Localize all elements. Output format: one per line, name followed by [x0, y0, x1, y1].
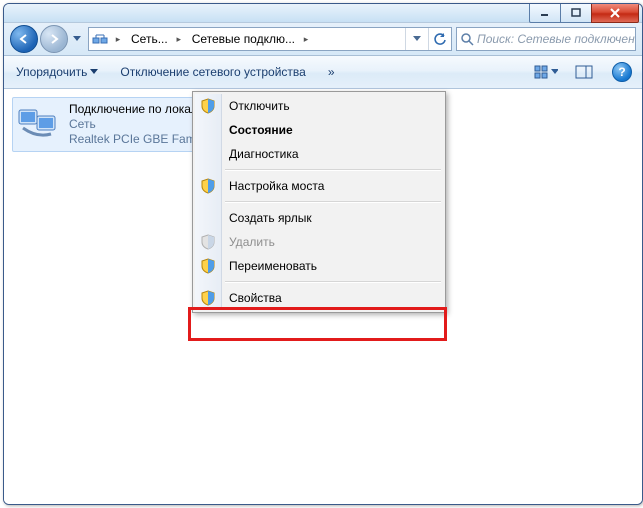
ctx-label: Свойства — [229, 291, 282, 305]
ctx-bridge[interactable]: Настройка моста — [195, 174, 443, 198]
ctx-label: Диагностика — [229, 147, 299, 161]
view-options-button[interactable] — [534, 61, 558, 83]
ctx-properties[interactable]: Свойства — [195, 286, 443, 310]
ctx-label: Настройка моста — [229, 179, 324, 193]
breadcrumb-seg-2[interactable]: Сетевые подклю... — [186, 28, 299, 50]
ctx-separator — [225, 169, 441, 171]
window-controls — [530, 3, 639, 23]
ctx-separator — [225, 281, 441, 283]
content-area: Подключение по локальной сети Сеть Realt… — [4, 89, 642, 505]
ctx-disable[interactable]: Отключить — [195, 94, 443, 118]
address-dropdown[interactable] — [405, 28, 428, 50]
shield-icon — [200, 178, 216, 194]
search-placeholder: Поиск: Сетевые подключения — [477, 32, 635, 46]
organize-label: Упорядочить — [16, 65, 87, 79]
breadcrumb-arrow-1[interactable]: ▸ — [172, 28, 186, 50]
navbar: ▸ Сеть... ▸ Сетевые подклю... ▸ Поиск: С… — [4, 23, 642, 56]
ctx-label: Создать ярлык — [229, 211, 312, 225]
toolbar-more[interactable]: » — [324, 63, 339, 81]
explorer-window: ▸ Сеть... ▸ Сетевые подклю... ▸ Поиск: С… — [3, 3, 643, 505]
maximize-button[interactable] — [560, 3, 592, 23]
toolbar: Упорядочить Отключение сетевого устройст… — [4, 56, 642, 89]
chevron-down-icon — [551, 69, 558, 75]
shield-icon — [200, 290, 216, 306]
connection-icon — [17, 102, 61, 142]
breadcrumb-seg-1[interactable]: Сеть... — [125, 28, 172, 50]
ctx-status[interactable]: Состояние — [195, 118, 443, 142]
organize-button[interactable]: Упорядочить — [12, 63, 102, 81]
location-icon — [91, 31, 109, 47]
breadcrumb-arrow-2[interactable]: ▸ — [299, 28, 313, 50]
ctx-label: Удалить — [229, 235, 275, 249]
help-icon: ? — [612, 62, 632, 82]
shield-icon — [200, 234, 216, 250]
highlight-annotation — [188, 307, 447, 341]
ctx-separator — [225, 201, 441, 203]
titlebar — [4, 4, 642, 23]
search-box[interactable]: Поиск: Сетевые подключения — [456, 27, 636, 51]
chevron-down-icon — [90, 69, 98, 75]
ctx-shortcut[interactable]: Создать ярлык — [195, 206, 443, 230]
ctx-label: Переименовать — [229, 259, 317, 273]
context-menu: Отключить Состояние Диагностика Настройк… — [192, 91, 446, 313]
ctx-delete: Удалить — [195, 230, 443, 254]
disable-device-button[interactable]: Отключение сетевого устройства — [116, 63, 309, 81]
refresh-button[interactable] — [428, 28, 451, 50]
breadcrumb-root-arrow[interactable]: ▸ — [111, 28, 125, 50]
address-bar[interactable]: ▸ Сеть... ▸ Сетевые подклю... ▸ — [88, 27, 452, 51]
shield-icon — [200, 98, 216, 114]
ctx-label: Отключить — [229, 99, 290, 113]
ctx-label: Состояние — [229, 123, 293, 137]
ctx-rename[interactable]: Переименовать — [195, 254, 443, 278]
disable-device-label: Отключение сетевого устройства — [120, 65, 305, 79]
back-button[interactable] — [10, 25, 38, 53]
toolbar-more-label: » — [328, 65, 335, 79]
shield-icon — [200, 258, 216, 274]
nav-history-dropdown[interactable] — [70, 29, 84, 49]
nav-arrows — [10, 25, 84, 53]
ctx-diagnose[interactable]: Диагностика — [195, 142, 443, 166]
help-button[interactable]: ? — [610, 61, 634, 83]
forward-button[interactable] — [40, 25, 68, 53]
close-button[interactable] — [591, 3, 639, 23]
preview-pane-button[interactable] — [572, 61, 596, 83]
search-icon — [457, 33, 477, 46]
minimize-button[interactable] — [529, 3, 561, 23]
